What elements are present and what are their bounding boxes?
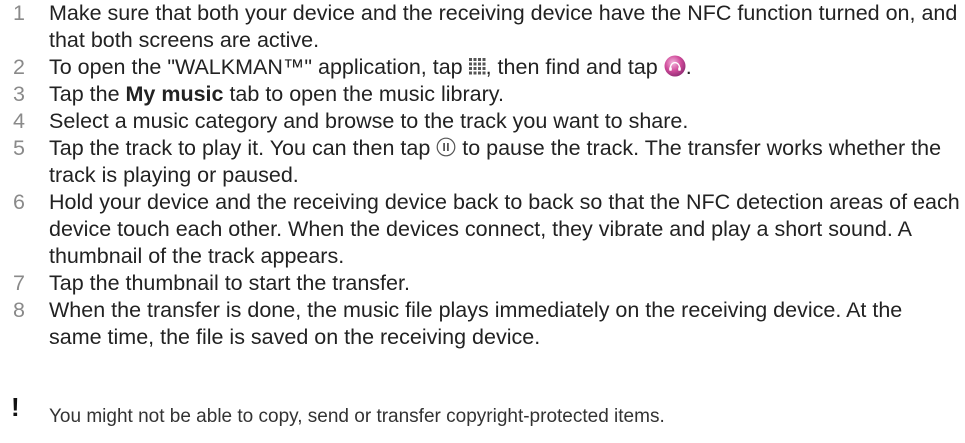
step-number: 8 [13,298,25,322]
steps-list: 1 Make sure that both your device and th… [0,0,960,351]
step-item: 3 Tap the My music tab to open the music… [0,81,960,108]
step-text: Tap the track to play it. You can then t… [49,135,960,189]
step-text: Tap the thumbnail to start the transfer. [49,271,410,295]
step-number: 1 [13,1,25,25]
step-item: 8 When the transfer is done, the music f… [0,297,960,351]
step-number: 2 [13,55,25,79]
step-number: 7 [13,271,25,295]
exclamation-icon: ! [11,392,20,422]
step-text-part: Tap the track to play it. You can then t… [49,136,437,160]
step-text-part: To open the "WALKMAN™" application, tap [49,55,469,79]
step-item: 5 Tap the track to play it. You can then… [0,135,960,189]
apps-grid-icon [468,57,486,75]
step-item: 7 Tap the thumbnail to start the transfe… [0,270,960,297]
step-text-part: . [685,55,692,79]
step-item: 4 Select a music category and browse to … [0,108,960,135]
step-number: 5 [13,136,25,160]
step-number: 4 [13,109,25,133]
step-text-part: , then find and tap [485,55,664,79]
step-item: 1 Make sure that both your device and th… [0,0,960,54]
walkman-app-icon [664,55,686,77]
step-text: Make sure that both your device and the … [49,1,958,52]
step-text-part: tab to open the music library. [223,82,504,106]
my-music-tab-label: My music [125,82,224,106]
step-number: 3 [13,82,25,106]
step-item: 2 To open the "WALKMAN™" application, ta… [0,54,960,81]
step-text: Select a music category and browse to th… [49,109,689,133]
step-text: Hold your device and the receiving devic… [49,190,960,268]
step-text: When the transfer is done, the music fil… [49,298,903,349]
note-text: You might not be able to copy, send or t… [49,406,665,427]
step-item: 6 Hold your device and the receiving dev… [0,189,960,270]
step-text: To open the "WALKMAN™" application, tap … [49,54,960,81]
pause-icon [436,137,456,157]
step-text: Tap the My music tab to open the music l… [49,81,960,108]
step-number: 6 [13,190,25,214]
warning-note: ! You might not be able to copy, send or… [0,392,665,432]
step-text-part: Tap the [49,82,126,106]
